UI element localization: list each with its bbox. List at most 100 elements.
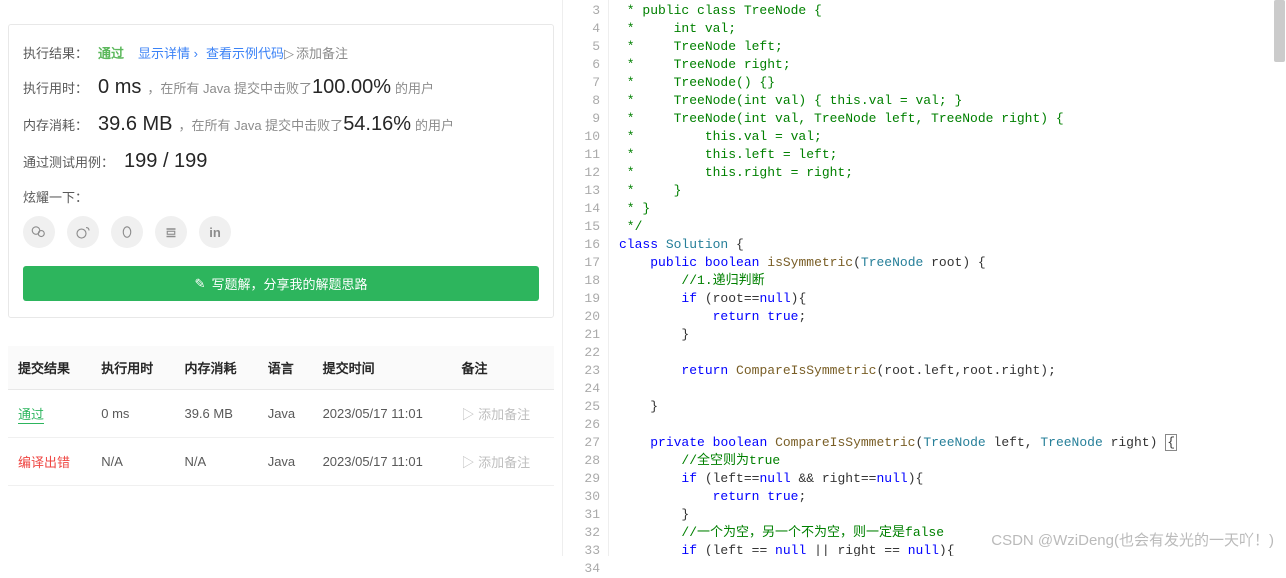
add-note-button[interactable]: ▷添加备注 <box>284 43 348 62</box>
line-number: 10 <box>563 128 600 146</box>
submission-ts: 2023/05/17 11:01 <box>313 390 452 438</box>
line-number: 24 <box>563 380 600 398</box>
code-line: * } <box>619 200 1286 218</box>
code-line <box>619 416 1286 434</box>
code-line: * int val; <box>619 20 1286 38</box>
table-row[interactable]: 通过0 ms39.6 MBJava2023/05/17 11:01▷ 添加备注 <box>8 390 554 438</box>
exec-time-value: 0 ms <box>98 76 141 99</box>
qq-icon[interactable] <box>111 216 143 248</box>
linkedin-icon[interactable]: in <box>199 216 231 248</box>
code-line: * this.left = left; <box>619 146 1286 164</box>
line-number: 11 <box>563 146 600 164</box>
scrollbar-thumb[interactable] <box>1274 0 1285 62</box>
mem-row: 内存消耗： 39.6 MB ，在所有 Java 提交中击败了 54.16% 的用… <box>23 113 539 136</box>
th-note: 备注 <box>452 346 554 390</box>
exec-time-tail: 的用户 <box>395 78 434 97</box>
weibo-icon[interactable] <box>67 216 99 248</box>
th-mem: 内存消耗 <box>174 346 257 390</box>
exec-time-label: 执行用时： <box>23 78 88 97</box>
code-line: * this.right = right; <box>619 164 1286 182</box>
code-line: * this.val = val; <box>619 128 1286 146</box>
line-number: 33 <box>563 542 600 560</box>
code-line: public boolean isSymmetric(TreeNode root… <box>619 254 1286 272</box>
write-solution-button[interactable]: ✎ 写题解，分享我的解题思路 <box>23 266 539 301</box>
show-detail-link[interactable]: 显示详情 › <box>138 43 198 62</box>
mem-value: 39.6 MB <box>98 113 172 136</box>
th-lang: 语言 <box>258 346 313 390</box>
submission-status[interactable]: 编译出错 <box>18 455 70 470</box>
mem-pct: 54.16% <box>343 113 411 136</box>
code-line: } <box>619 398 1286 416</box>
code-line: } <box>619 506 1286 524</box>
submission-mem: 39.6 MB <box>174 390 257 438</box>
line-gutter: 3456789101112131415161718192021222324252… <box>563 0 609 556</box>
submission-status[interactable]: 通过 <box>18 407 44 424</box>
wechat-icon[interactable] <box>23 216 55 248</box>
code-line <box>619 344 1286 362</box>
pencil-icon: ✎ <box>195 276 206 292</box>
code-line: * TreeNode(int val, TreeNode left, TreeN… <box>619 110 1286 128</box>
exec-time-mid: ，在所有 Java 提交中击败了 <box>147 78 312 97</box>
line-number: 32 <box>563 524 600 542</box>
code-line: class Solution { <box>619 236 1286 254</box>
line-number: 4 <box>563 20 600 38</box>
line-number: 3 <box>563 2 600 20</box>
code-line: private boolean CompareIsSymmetric(TreeN… <box>619 434 1286 452</box>
submission-time: 0 ms <box>91 390 174 438</box>
table-header-row: 提交结果 执行用时 内存消耗 语言 提交时间 备注 <box>8 346 554 390</box>
line-number: 26 <box>563 416 600 434</box>
write-btn-label: 写题解，分享我的解题思路 <box>211 274 367 293</box>
code-editor[interactable]: 3456789101112131415161718192021222324252… <box>563 0 1286 556</box>
submission-ts: 2023/05/17 11:01 <box>313 438 452 486</box>
result-label: 执行结果： <box>23 43 88 62</box>
code-line: //一个为空，另一个不为空，则一定是false <box>619 524 1286 542</box>
submission-mem: N/A <box>174 438 257 486</box>
line-number: 5 <box>563 38 600 56</box>
code-line: if (left == null || right == null){ <box>619 542 1286 556</box>
table-row[interactable]: 编译出错N/AN/AJava2023/05/17 11:01▷ 添加备注 <box>8 438 554 486</box>
line-number: 28 <box>563 452 600 470</box>
code-line <box>619 380 1286 398</box>
code-line: if (left==null && right==null){ <box>619 470 1286 488</box>
add-note-cell[interactable]: ▷ 添加备注 <box>452 438 554 486</box>
code-line: * TreeNode right; <box>619 56 1286 74</box>
mem-tail: 的用户 <box>415 115 454 134</box>
add-note-cell[interactable]: ▷ 添加备注 <box>452 390 554 438</box>
code-line: return true; <box>619 488 1286 506</box>
submission-lang: Java <box>258 438 313 486</box>
line-number: 22 <box>563 344 600 362</box>
code-line: if (root==null){ <box>619 290 1286 308</box>
status-badge: 通过 <box>98 43 124 62</box>
line-number: 31 <box>563 506 600 524</box>
example-code-link[interactable]: 查看示例代码 <box>206 43 284 62</box>
share-icons: in <box>23 216 539 248</box>
line-number: 29 <box>563 470 600 488</box>
line-number: 34 <box>563 560 600 578</box>
mem-mid: ，在所有 Java 提交中击败了 <box>179 115 344 134</box>
left-panel: 执行结果： 通过 显示详情 › 查看示例代码 ▷添加备注 执行用时： 0 ms … <box>0 0 563 556</box>
line-number: 23 <box>563 362 600 380</box>
th-time: 执行用时 <box>91 346 174 390</box>
submissions-table: 提交结果 执行用时 内存消耗 语言 提交时间 备注 通过 0 ms39.6 MBJ… <box>8 346 554 486</box>
code-area[interactable]: * public class TreeNode { * int val; * T… <box>609 0 1286 556</box>
flag-icon: ▷ <box>462 407 475 422</box>
status-row: 执行结果： 通过 显示详情 › 查看示例代码 ▷添加备注 <box>23 43 539 62</box>
code-line: return CompareIsSymmetric(root.left,root… <box>619 362 1286 380</box>
th-status: 提交结果 <box>8 346 91 390</box>
flag-icon: ▷ <box>462 455 475 470</box>
code-line: //全空则为true <box>619 452 1286 470</box>
code-line: * TreeNode(int val) { this.val = val; } <box>619 92 1286 110</box>
line-number: 14 <box>563 200 600 218</box>
flag-icon: ▷ <box>284 46 294 62</box>
line-number: 21 <box>563 326 600 344</box>
code-line: */ <box>619 218 1286 236</box>
line-number: 27 <box>563 434 600 452</box>
exec-time-pct: 100.00% <box>312 76 391 99</box>
submission-time: N/A <box>91 438 174 486</box>
douban-icon[interactable] <box>155 216 187 248</box>
time-row: 执行用时： 0 ms ，在所有 Java 提交中击败了 100.00% 的用户 <box>23 76 539 99</box>
code-line: } <box>619 326 1286 344</box>
result-card: 执行结果： 通过 显示详情 › 查看示例代码 ▷添加备注 执行用时： 0 ms … <box>8 24 554 318</box>
line-number: 7 <box>563 74 600 92</box>
mem-label: 内存消耗： <box>23 115 88 134</box>
